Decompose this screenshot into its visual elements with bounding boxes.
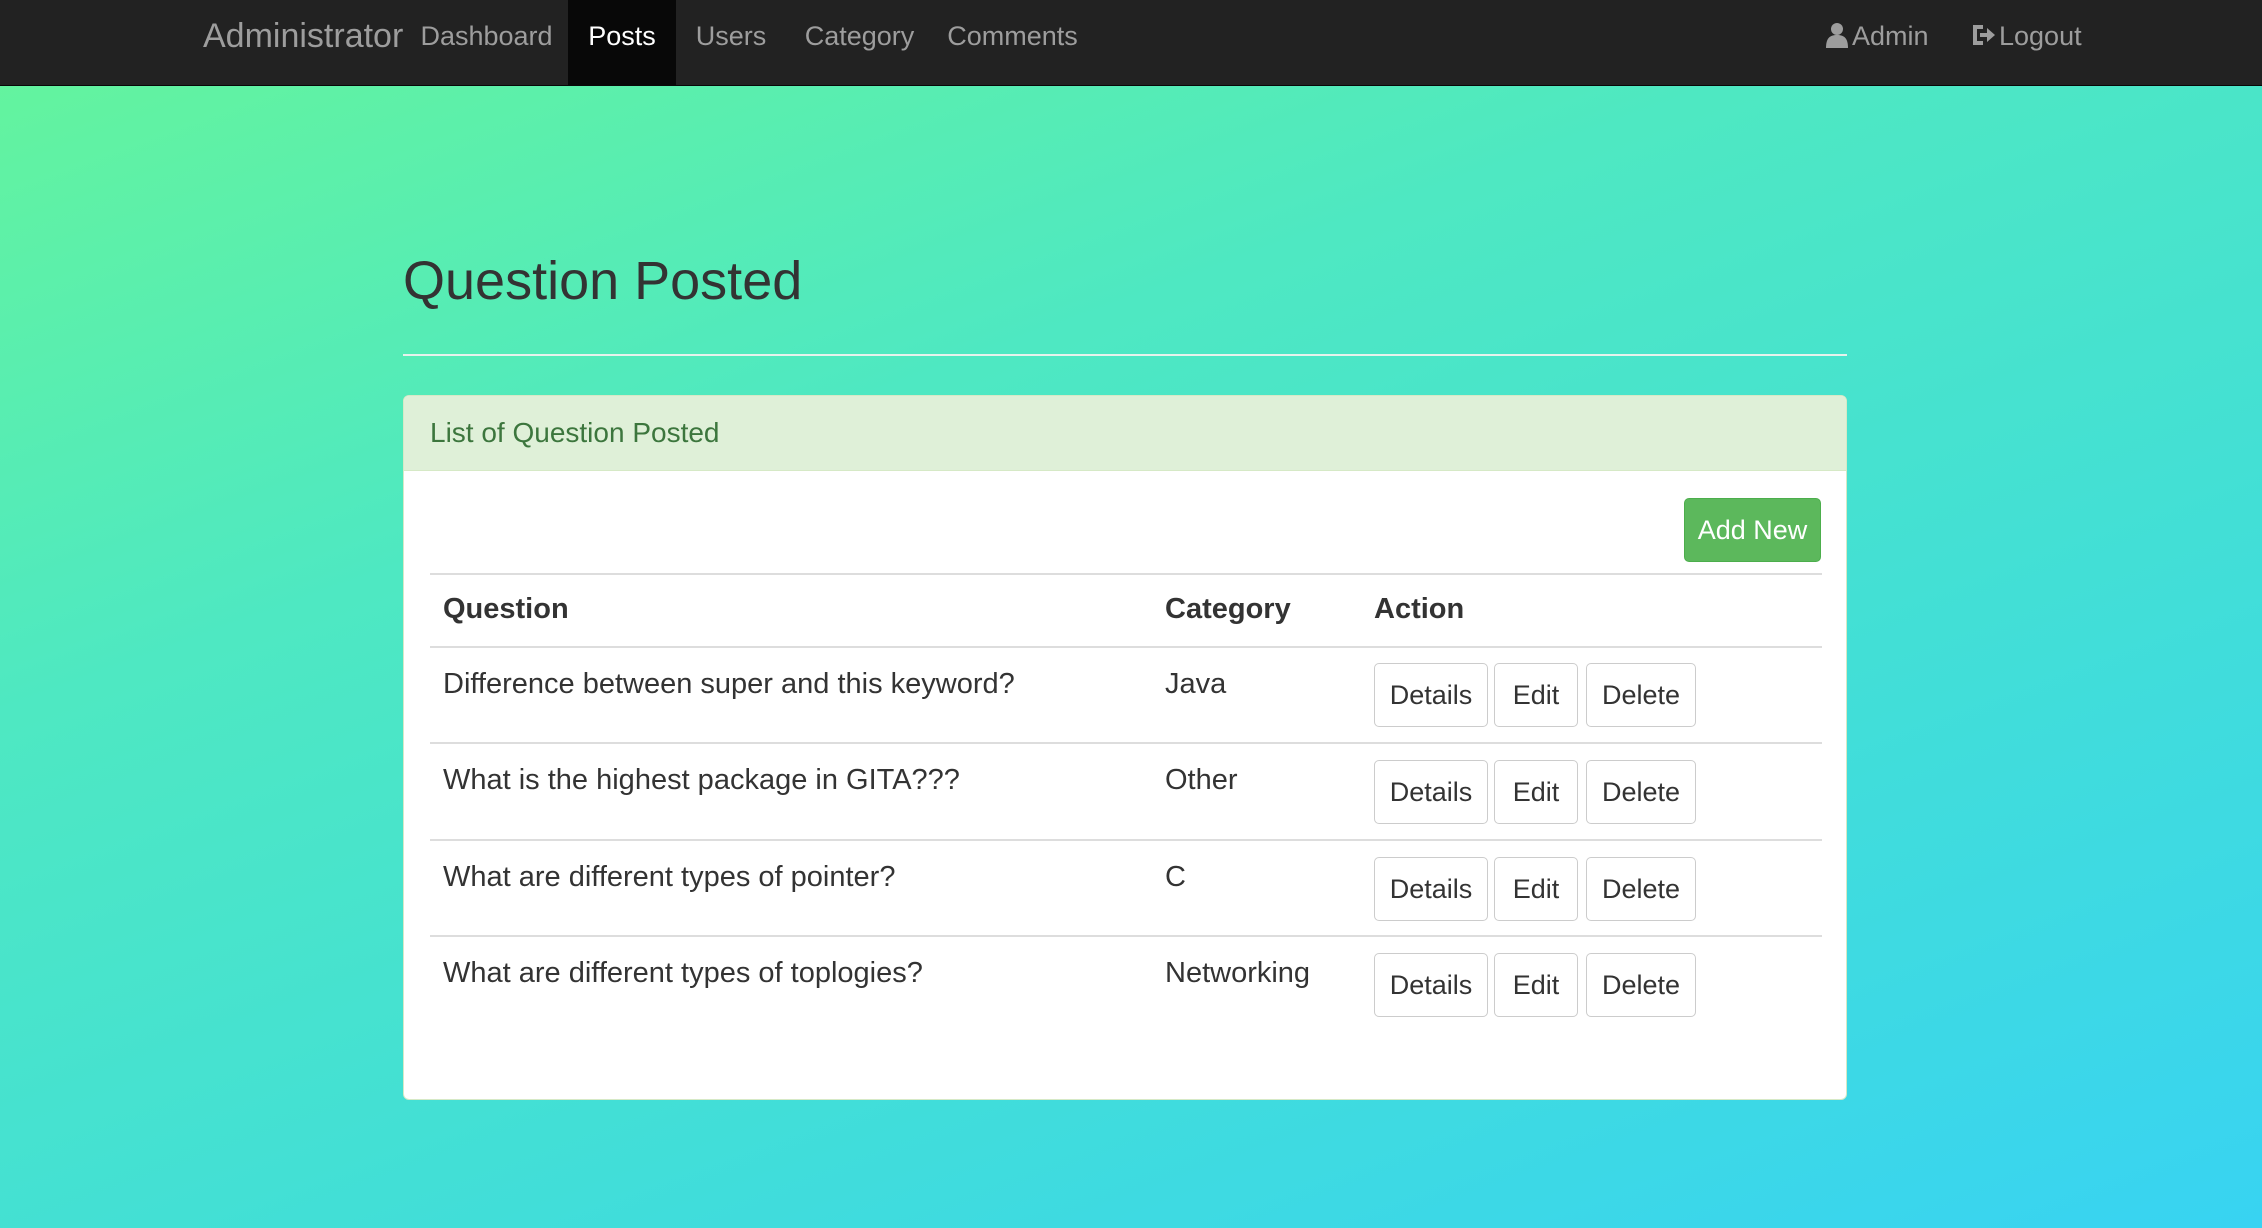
row-category: Java	[1165, 668, 1227, 700]
nav-dashboard[interactable]: Dashboard	[410, 0, 563, 86]
nav-admin[interactable]: Admin	[1825, 0, 1929, 86]
row-question: What is the highest package in GITA???	[443, 764, 960, 796]
nav-logout[interactable]: Logout	[1970, 0, 2082, 86]
header-action: Action	[1374, 593, 1465, 625]
user-icon	[1826, 23, 1848, 48]
header-category: Category	[1165, 593, 1291, 625]
edit-button[interactable]: Edit	[1494, 663, 1578, 727]
header-question: Question	[443, 593, 569, 625]
add-new-button[interactable]: Add New	[1684, 498, 1821, 562]
row-divider	[430, 935, 1822, 937]
delete-button[interactable]: Delete	[1586, 663, 1696, 727]
details-button[interactable]: Details	[1374, 663, 1488, 727]
admin-label: Admin	[1852, 21, 1929, 51]
table-top-border	[430, 573, 1822, 575]
page-title: Question Posted	[403, 251, 803, 311]
nav-users[interactable]: Users	[680, 0, 782, 86]
row-question: What are different types of toplogies?	[443, 957, 923, 989]
brand-link[interactable]: Administrator	[203, 0, 403, 86]
nav-category[interactable]: Category	[792, 0, 927, 86]
details-button[interactable]: Details	[1374, 953, 1488, 1017]
panel-heading: List of Question Posted	[404, 396, 1846, 471]
top-navbar: Administrator Dashboard Posts Users Cate…	[0, 0, 2262, 86]
delete-button[interactable]: Delete	[1586, 857, 1696, 921]
questions-panel: List of Question Posted Add New Question…	[403, 395, 1847, 1100]
nav-comments[interactable]: Comments	[940, 0, 1085, 86]
details-button[interactable]: Details	[1374, 857, 1488, 921]
edit-button[interactable]: Edit	[1494, 760, 1578, 824]
row-question: What are different types of pointer?	[443, 861, 896, 893]
row-category: Other	[1165, 764, 1238, 796]
logout-icon	[1973, 25, 1995, 45]
edit-button[interactable]: Edit	[1494, 857, 1578, 921]
row-category: C	[1165, 861, 1186, 893]
details-button[interactable]: Details	[1374, 760, 1488, 824]
row-question: Difference between super and this keywor…	[443, 668, 1015, 700]
table-header-border	[430, 646, 1822, 648]
title-divider	[403, 354, 1847, 356]
delete-button[interactable]: Delete	[1586, 760, 1696, 824]
delete-button[interactable]: Delete	[1586, 953, 1696, 1017]
nav-posts[interactable]: Posts	[568, 0, 676, 86]
edit-button[interactable]: Edit	[1494, 953, 1578, 1017]
logout-label: Logout	[1999, 21, 2082, 51]
row-category: Networking	[1165, 957, 1311, 989]
row-divider	[430, 839, 1822, 841]
row-divider	[430, 742, 1822, 744]
